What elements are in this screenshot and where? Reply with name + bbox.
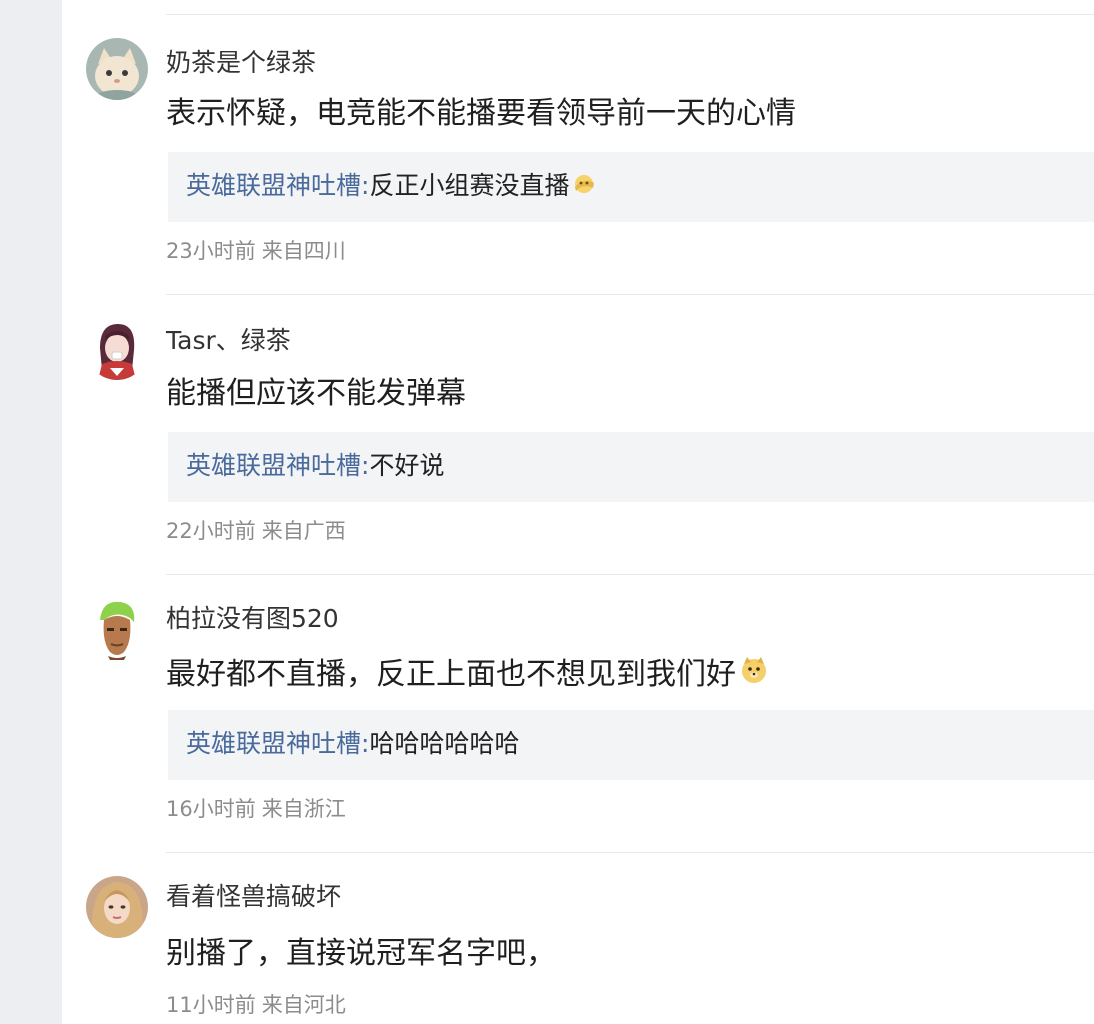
comment-meta: 11小时前 来自河北 bbox=[166, 992, 346, 1018]
reply: 英雄联盟神吐槽:不好说 bbox=[186, 450, 444, 482]
divider bbox=[166, 574, 1094, 575]
blonde-girl-avatar-icon[interactable] bbox=[86, 876, 148, 938]
comment-location: 来自河北 bbox=[261, 993, 346, 1017]
comment-time: 22小时前 bbox=[166, 519, 256, 543]
anime-girl-avatar-icon[interactable] bbox=[86, 318, 148, 380]
reply-text: 哈哈哈哈哈哈 bbox=[369, 729, 520, 758]
comment-page: 奶茶是个绿茶 表示怀疑，电竞能不能播要看领导前一天的心情 英雄联盟神吐槽:反正小… bbox=[0, 0, 1094, 1024]
comment-text: 表示怀疑，电竞能不能播要看领导前一天的心情 bbox=[166, 96, 796, 131]
username[interactable]: 柏拉没有图520 bbox=[166, 604, 339, 634]
username[interactable]: 奶茶是个绿茶 bbox=[166, 48, 316, 78]
green-hair-avatar-icon[interactable] bbox=[86, 598, 148, 660]
reply-author[interactable]: 英雄联盟神吐槽 bbox=[186, 451, 361, 480]
comment-text: 最好都不直播，反正上面也不想见到我们好 bbox=[166, 654, 770, 697]
reply: 英雄联盟神吐槽:哈哈哈哈哈哈 bbox=[186, 728, 519, 760]
comment-text-body: 最好都不直播，反正上面也不想见到我们好 bbox=[166, 657, 736, 692]
comment-meta: 22小时前 来自广西 bbox=[166, 518, 346, 544]
comment-time: 16小时前 bbox=[166, 797, 256, 821]
reply: 英雄联盟神吐槽:反正小组赛没直播 bbox=[186, 170, 597, 203]
left-gutter bbox=[0, 0, 62, 1024]
comment-location: 来自四川 bbox=[261, 239, 346, 263]
divider bbox=[166, 852, 1094, 853]
reply-author[interactable]: 英雄联盟神吐槽 bbox=[186, 729, 361, 758]
comment-meta: 16小时前 来自浙江 bbox=[166, 796, 346, 822]
comment-time: 23小时前 bbox=[166, 239, 256, 263]
username[interactable]: 看着怪兽搞破坏 bbox=[166, 882, 341, 912]
comment-location: 来自广西 bbox=[261, 519, 346, 543]
reply-text: 反正小组赛没直播 bbox=[369, 171, 570, 200]
doge-emoji-icon bbox=[738, 654, 770, 697]
comment-text: 别播了，直接说冠军名字吧， bbox=[166, 936, 556, 971]
divider bbox=[166, 294, 1094, 295]
cat-avatar-icon[interactable] bbox=[86, 38, 148, 100]
comment-meta: 23小时前 来自四川 bbox=[166, 238, 346, 264]
comment-time: 11小时前 bbox=[166, 993, 256, 1017]
comment-text: 能播但应该不能发弹幕 bbox=[166, 376, 466, 411]
comment-location: 来自浙江 bbox=[261, 797, 346, 821]
reply-text: 不好说 bbox=[369, 451, 445, 480]
reply-box[interactable]: 英雄联盟神吐槽:反正小组赛没直播 bbox=[168, 152, 1094, 222]
username[interactable]: Tasr、绿茶 bbox=[166, 326, 291, 356]
reply-box[interactable]: 英雄联盟神吐槽:不好说 bbox=[168, 432, 1094, 502]
thinking-emoji-icon bbox=[571, 171, 597, 203]
divider bbox=[166, 14, 1094, 15]
reply-author[interactable]: 英雄联盟神吐槽 bbox=[186, 171, 361, 200]
reply-box[interactable]: 英雄联盟神吐槽:哈哈哈哈哈哈 bbox=[168, 710, 1094, 780]
